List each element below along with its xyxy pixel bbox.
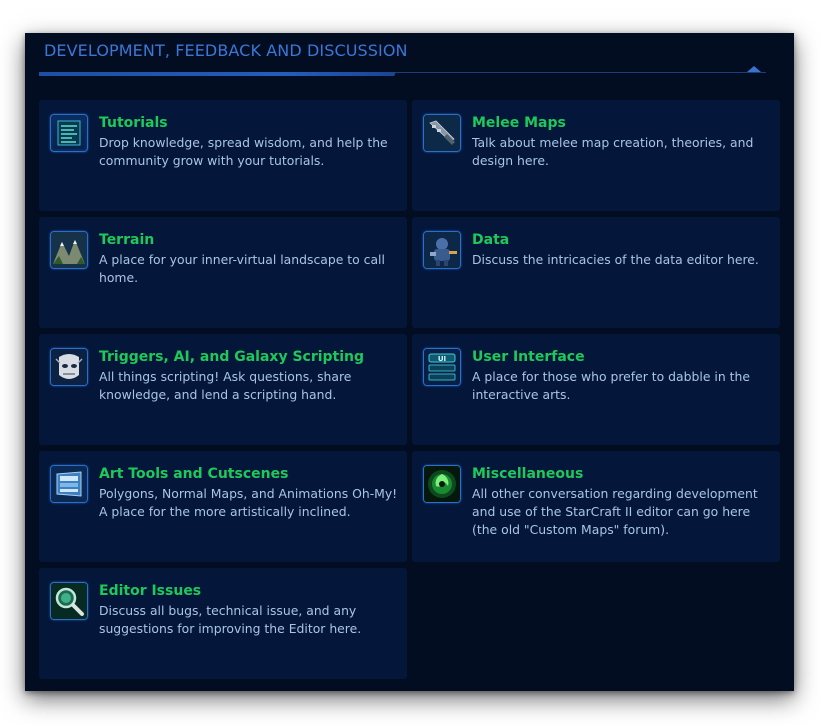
- forum-title[interactable]: Art Tools and Cutscenes: [99, 466, 288, 482]
- forum-title[interactable]: Melee Maps: [472, 115, 566, 131]
- forum-description: Talk about melee map creation, theories,…: [472, 135, 754, 168]
- forum-card-terrain[interactable]: Terrain A place for your inner-virtual l…: [39, 217, 407, 328]
- forum-description: Discuss the intricacies of the data edit…: [472, 252, 759, 267]
- editor-issues-icon: [50, 582, 88, 620]
- art-tools-icon: [50, 465, 88, 503]
- forum-title[interactable]: Terrain: [99, 232, 154, 248]
- forum-card-data[interactable]: Data Discuss the intricacies of the data…: [412, 217, 780, 328]
- melee-maps-icon: [423, 114, 461, 152]
- forum-description: Drop knowledge, spread wisdom, and help …: [99, 135, 388, 168]
- terrain-icon: [50, 231, 88, 269]
- forum-card-user-interface[interactable]: UI User Interface A place for those who …: [412, 334, 780, 445]
- forum-description: A place for your inner-virtual landscape…: [99, 252, 385, 285]
- ui-icon-label: UI: [438, 355, 446, 363]
- forum-title[interactable]: Editor Issues: [99, 583, 201, 599]
- forum-card-triggers[interactable]: Triggers, AI, and Galaxy Scripting All t…: [39, 334, 407, 445]
- forum-card-art-tools[interactable]: Art Tools and Cutscenes Polygons, Normal…: [39, 451, 407, 562]
- miscellaneous-icon: [423, 465, 461, 503]
- forum-card-miscellaneous[interactable]: Miscellaneous All other conversation reg…: [412, 451, 780, 562]
- header-accent-bar: [39, 72, 395, 76]
- forum-description: A place for those who prefer to dabble i…: [472, 369, 750, 402]
- forum-section-panel: DEVELOPMENT, FEEDBACK AND DISCUSSION Tut…: [25, 33, 794, 691]
- collapse-arrow-icon[interactable]: [747, 66, 761, 72]
- forum-description: Polygons, Normal Maps, and Animations Oh…: [99, 486, 398, 519]
- forum-title[interactable]: Tutorials: [99, 115, 168, 131]
- forum-title[interactable]: User Interface: [472, 349, 585, 365]
- user-interface-icon: UI: [423, 348, 461, 386]
- section-header: DEVELOPMENT, FEEDBACK AND DISCUSSION: [25, 33, 794, 81]
- tutorials-icon: [50, 114, 88, 152]
- triggers-icon: [50, 348, 88, 386]
- forum-title[interactable]: Triggers, AI, and Galaxy Scripting: [99, 349, 364, 365]
- forum-card-editor-issues[interactable]: Editor Issues Discuss all bugs, technica…: [39, 568, 407, 679]
- forum-title[interactable]: Miscellaneous: [472, 466, 583, 482]
- forum-description: All other conversation regarding develop…: [472, 486, 758, 537]
- forum-card-melee-maps[interactable]: Melee Maps Talk about melee map creation…: [412, 100, 780, 211]
- forum-description: Discuss all bugs, technical issue, and a…: [99, 603, 362, 636]
- section-title: DEVELOPMENT, FEEDBACK AND DISCUSSION: [44, 41, 408, 60]
- data-icon: [423, 231, 461, 269]
- forum-title[interactable]: Data: [472, 232, 509, 248]
- forum-description: All things scripting! Ask questions, sha…: [99, 369, 352, 402]
- forum-card-tutorials[interactable]: Tutorials Drop knowledge, spread wisdom,…: [39, 100, 407, 211]
